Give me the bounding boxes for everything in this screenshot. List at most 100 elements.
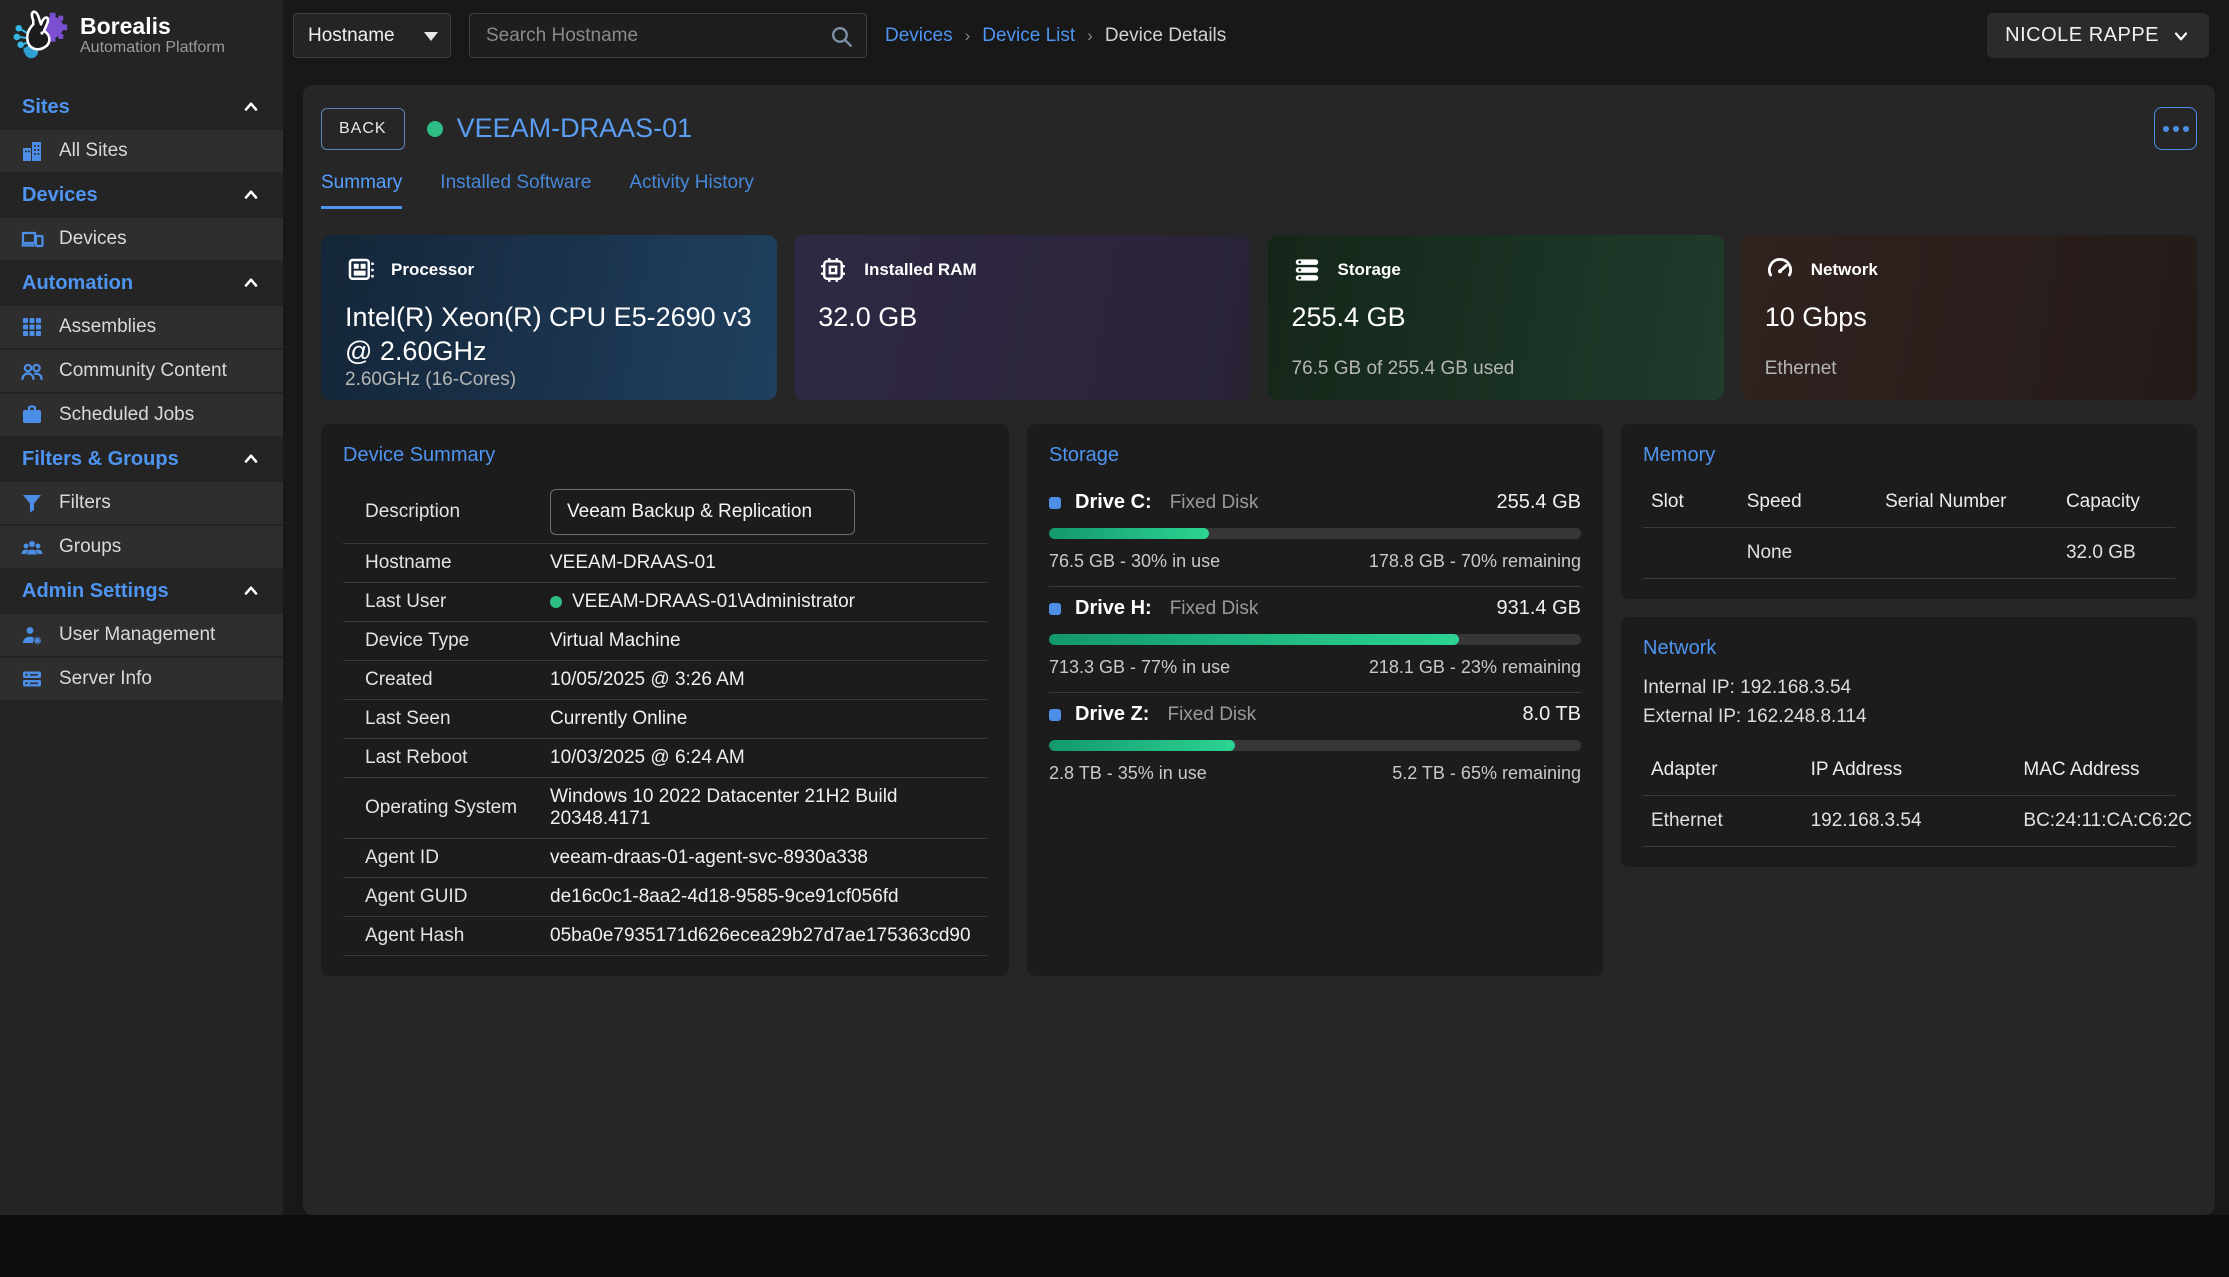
row-label: Agent Hash bbox=[365, 925, 550, 947]
network-col-ip: IP Address bbox=[1803, 749, 2016, 795]
sidebar-section-devices[interactable]: Devices bbox=[0, 173, 283, 217]
breadcrumb: Devices › Device List › Device Details bbox=[885, 25, 1226, 47]
back-button[interactable]: BACK bbox=[321, 108, 405, 150]
grid-icon bbox=[20, 315, 44, 339]
summary-row-agent-guid: Agent GUID de16c0c1-8aa2-4d18-9585-9ce91… bbox=[343, 878, 987, 917]
server-icon bbox=[20, 667, 44, 691]
app-root: Borealis Automation Platform Sites All S… bbox=[0, 0, 2229, 1215]
sidebar-item-scheduled-jobs[interactable]: Scheduled Jobs bbox=[0, 393, 283, 437]
summary-row-agent-id: Agent ID veeam-draas-01-agent-svc-8930a3… bbox=[343, 839, 987, 878]
sidebar-item-all-sites[interactable]: All Sites bbox=[0, 129, 283, 173]
tab-activity-history[interactable]: Activity History bbox=[629, 172, 754, 209]
drive-type: Fixed Disk bbox=[1167, 704, 1256, 726]
sidebar-item-assemblies[interactable]: Assemblies bbox=[0, 305, 283, 349]
search-field-selected: Hostname bbox=[308, 25, 395, 47]
sidebar-item-label: User Management bbox=[59, 624, 215, 646]
summary-row-operating-system: Operating System Windows 10 2022 Datacen… bbox=[343, 778, 987, 839]
brand-name: Borealis bbox=[80, 14, 225, 39]
network-adapters-table: Adapter IP Address MAC Address Ethernet … bbox=[1643, 749, 2175, 847]
external-ip-line: External IP: 162.248.8.114 bbox=[1643, 703, 2175, 732]
summary-row-last-reboot: Last Reboot 10/03/2025 @ 6:24 AM bbox=[343, 739, 987, 778]
card-label: Network bbox=[1811, 260, 1878, 280]
network-cell-ip: 192.168.3.54 bbox=[1803, 795, 2016, 847]
sidebar-section-automation[interactable]: Automation bbox=[0, 261, 283, 305]
memory-col-slot: Slot bbox=[1643, 481, 1739, 527]
chevron-up-icon bbox=[241, 449, 261, 469]
sidebar-item-label: Filters bbox=[59, 492, 111, 514]
device-title-group: VEEAM-DRAAS-01 bbox=[427, 113, 693, 144]
main-wrap: BACK VEEAM-DRAAS-01 Summary Installed So… bbox=[283, 71, 2229, 1215]
tab-installed-software[interactable]: Installed Software bbox=[440, 172, 591, 209]
briefcase-icon bbox=[20, 403, 44, 427]
drive-size: 255.4 GB bbox=[1496, 491, 1581, 514]
brand-text: Borealis Automation Platform bbox=[80, 14, 225, 57]
summary-row-created: Created 10/05/2025 @ 3:26 AM bbox=[343, 661, 987, 700]
memory-col-speed: Speed bbox=[1739, 481, 1877, 527]
user-menu-button[interactable]: NICOLE RAPPE bbox=[1987, 13, 2209, 58]
row-value: de16c0c1-8aa2-4d18-9585-9ce91cf056fd bbox=[550, 886, 899, 908]
sidebar-item-label: Server Info bbox=[59, 668, 152, 690]
row-label: Hostname bbox=[365, 552, 550, 574]
card-footer: Ethernet bbox=[1765, 358, 2173, 380]
row-label: Last Reboot bbox=[365, 747, 550, 769]
processor-card: Processor Intel(R) Xeon(R) CPU E5-2690 v… bbox=[321, 235, 777, 400]
sidebar-item-label: All Sites bbox=[59, 140, 128, 162]
breadcrumb-devices[interactable]: Devices bbox=[885, 25, 953, 47]
search-box bbox=[469, 13, 867, 58]
sidebar-section-sites[interactable]: Sites bbox=[0, 85, 283, 129]
memory-cell-serial bbox=[1877, 527, 2058, 579]
breadcrumb-current: Device Details bbox=[1105, 25, 1226, 47]
row-value: Virtual Machine bbox=[550, 630, 681, 652]
drive-remaining-text: 218.1 GB - 23% remaining bbox=[1369, 657, 1581, 678]
section-label: Sites bbox=[22, 96, 70, 119]
drive-name: Drive C: bbox=[1075, 491, 1152, 514]
memory-col-serial: Serial Number bbox=[1877, 481, 2058, 527]
cpu-icon bbox=[345, 255, 375, 285]
sidebar-item-label: Community Content bbox=[59, 360, 227, 382]
memory-cell-slot bbox=[1643, 527, 1739, 579]
drive-row-h: Drive H: Fixed Disk 931.4 GB 713.3 GB - … bbox=[1049, 586, 1581, 692]
sidebar-item-devices[interactable]: Devices bbox=[0, 217, 283, 261]
sidebar-section-filters-groups[interactable]: Filters & Groups bbox=[0, 437, 283, 481]
external-ip-label: External IP: bbox=[1643, 706, 1741, 727]
storage-stack-icon bbox=[1292, 255, 1322, 285]
sidebar-section-admin-settings[interactable]: Admin Settings bbox=[0, 569, 283, 613]
sidebar: Borealis Automation Platform Sites All S… bbox=[0, 0, 283, 1215]
network-panel-title: Network bbox=[1643, 637, 2175, 660]
drive-used-text: 2.8 TB - 35% in use bbox=[1049, 763, 1207, 784]
chevron-up-icon bbox=[241, 185, 261, 205]
sidebar-item-community-content[interactable]: Community Content bbox=[0, 349, 283, 393]
drive-usage-bar bbox=[1049, 634, 1581, 645]
sidebar-item-server-info[interactable]: Server Info bbox=[0, 657, 283, 701]
drive-row-z: Drive Z: Fixed Disk 8.0 TB 2.8 TB - 35% … bbox=[1049, 692, 1581, 798]
breadcrumb-separator: › bbox=[1087, 26, 1093, 46]
tab-summary[interactable]: Summary bbox=[321, 172, 402, 209]
installed-ram-card: Installed RAM 32.0 GB bbox=[794, 235, 1250, 400]
device-tabs: Summary Installed Software Activity Hist… bbox=[321, 172, 2197, 209]
row-label: Agent ID bbox=[365, 847, 550, 869]
drive-usage-bar bbox=[1049, 528, 1581, 539]
online-status-dot bbox=[427, 121, 443, 137]
section-label: Filters & Groups bbox=[22, 448, 179, 471]
chevron-up-icon bbox=[241, 97, 261, 117]
breadcrumb-device-list[interactable]: Device List bbox=[982, 25, 1075, 47]
sidebar-item-groups[interactable]: Groups bbox=[0, 525, 283, 569]
storage-panel-title: Storage bbox=[1049, 444, 1581, 467]
network-cell-mac: BC:24:11:CA:C6:2C bbox=[2015, 795, 2175, 847]
device-header: BACK VEEAM-DRAAS-01 bbox=[321, 107, 2197, 150]
sidebar-item-user-management[interactable]: User Management bbox=[0, 613, 283, 657]
search-input[interactable] bbox=[470, 14, 866, 57]
description-input[interactable] bbox=[550, 489, 855, 535]
drive-name: Drive Z: bbox=[1075, 703, 1149, 726]
search-icon[interactable] bbox=[829, 24, 854, 49]
sidebar-item-filters[interactable]: Filters bbox=[0, 481, 283, 525]
search-field-selector[interactable]: Hostname bbox=[293, 13, 451, 58]
borealis-rabbit-logo-icon bbox=[12, 7, 70, 65]
building-icon bbox=[20, 139, 44, 163]
summary-row-agent-hash: Agent Hash 05ba0e7935171d626ecea29b27d7a… bbox=[343, 917, 987, 956]
drive-usage-bar bbox=[1049, 740, 1581, 751]
more-actions-button[interactable] bbox=[2154, 107, 2197, 150]
drive-bullet-icon bbox=[1049, 603, 1061, 615]
network-card: Network 10 Gbps Ethernet bbox=[1741, 235, 2197, 400]
drive-row-c: Drive C: Fixed Disk 255.4 GB 76.5 GB - 3… bbox=[1049, 481, 1581, 586]
